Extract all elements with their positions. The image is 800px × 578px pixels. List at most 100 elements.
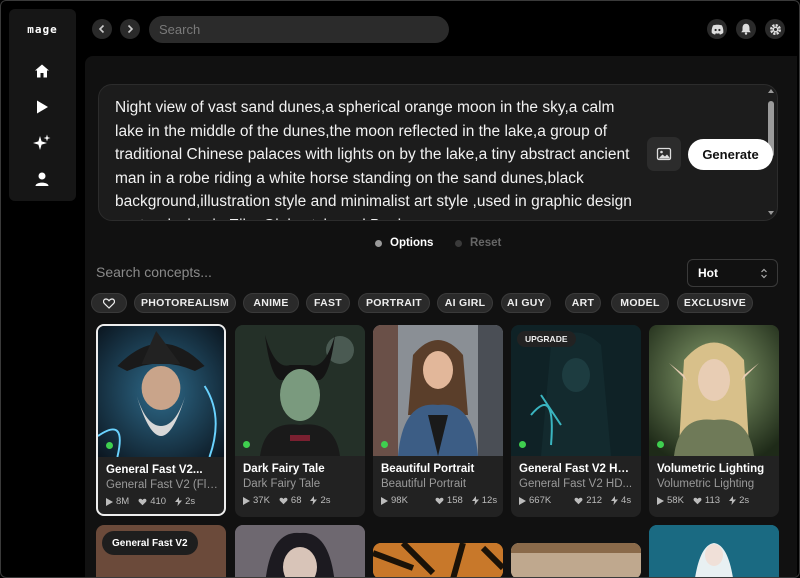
chip-exclusive[interactable]: EXCLUSIVE bbox=[677, 293, 753, 313]
online-indicator bbox=[381, 441, 388, 448]
gen-time: 2s bbox=[739, 495, 750, 506]
home-icon bbox=[35, 64, 49, 78]
options-toggle[interactable]: Options bbox=[375, 236, 433, 250]
card-thumbnail bbox=[373, 325, 503, 456]
model-card[interactable]: General Fast V2 bbox=[96, 525, 226, 577]
card-subtitle: Dark Fairy Tale bbox=[243, 478, 321, 490]
model-card[interactable]: Beautiful Portrait Beautiful Portrait 98… bbox=[373, 325, 503, 517]
model-card[interactable]: Volumetric Lighting Volumetric Lighting … bbox=[649, 325, 779, 517]
chip-art[interactable]: ART bbox=[565, 293, 601, 313]
chip-model[interactable]: MODEL bbox=[611, 293, 669, 313]
settings-button[interactable] bbox=[765, 19, 785, 39]
model-card[interactable]: UPGRADE General Fast V2 HD... General Fa… bbox=[511, 325, 641, 517]
sidebar-item-magic[interactable] bbox=[30, 131, 54, 155]
gen-time: 2s bbox=[185, 496, 196, 507]
card-title: General Fast V2... bbox=[106, 464, 203, 476]
chevron-right-icon bbox=[127, 24, 134, 34]
card-stats: 98K 158 12s bbox=[381, 495, 499, 506]
card-thumbnail bbox=[98, 326, 224, 457]
bolt-icon bbox=[175, 497, 183, 506]
heart-icon bbox=[103, 297, 115, 309]
chevron-left-icon bbox=[98, 24, 105, 34]
gen-time: 2s bbox=[320, 495, 331, 506]
gen-time: 12s bbox=[481, 495, 498, 506]
like-count: 212 bbox=[586, 495, 603, 506]
discord-button[interactable] bbox=[707, 19, 727, 39]
app-window: mage Night view of vast sand dunes,a sph… bbox=[0, 0, 800, 578]
card-thumbnail bbox=[649, 325, 779, 456]
reset-toggle[interactable]: Reset bbox=[455, 236, 501, 250]
card-subtitle: General Fast V2 (Flux) bbox=[106, 479, 222, 491]
heart-icon bbox=[138, 498, 147, 505]
options-dot bbox=[375, 239, 382, 247]
play-count-icon bbox=[243, 496, 250, 505]
run-count: 98K bbox=[391, 495, 408, 506]
online-indicator bbox=[657, 441, 664, 448]
model-card[interactable] bbox=[649, 525, 779, 577]
bolt-icon bbox=[729, 496, 737, 505]
chip-ai-girl[interactable]: AI GIRL bbox=[437, 293, 493, 313]
card-title-badge: General Fast V2 bbox=[102, 531, 198, 555]
image-icon bbox=[656, 147, 672, 161]
card-thumbnail bbox=[511, 543, 641, 577]
card-stats: 667K 212 4s bbox=[519, 495, 637, 506]
model-card[interactable] bbox=[511, 543, 641, 577]
model-card[interactable]: General Fast V2... General Fast V2 (Flux… bbox=[96, 324, 226, 516]
chip-anime[interactable]: ANIME bbox=[243, 293, 299, 313]
discord-icon bbox=[711, 24, 723, 34]
card-stats: 8M 410 2s bbox=[106, 496, 224, 507]
upload-image-button[interactable] bbox=[647, 137, 681, 171]
play-icon bbox=[37, 100, 48, 114]
options-label: Options bbox=[390, 237, 434, 249]
sort-value: Hot bbox=[698, 266, 718, 280]
chip-portrait[interactable]: PORTRAIT bbox=[358, 293, 430, 313]
chip-favorites[interactable] bbox=[91, 293, 127, 313]
bell-icon bbox=[741, 23, 751, 35]
bolt-icon bbox=[611, 496, 619, 505]
notifications-button[interactable] bbox=[736, 19, 756, 39]
card-thumbnail bbox=[235, 325, 365, 456]
like-count: 410 bbox=[150, 496, 167, 507]
run-count: 8M bbox=[116, 496, 130, 507]
card-thumbnail bbox=[649, 525, 779, 577]
chip-photorealism[interactable]: PHOTOREALISM bbox=[134, 293, 236, 313]
gear-icon bbox=[769, 23, 781, 35]
upgrade-badge: UPGRADE bbox=[517, 331, 576, 347]
back-button[interactable] bbox=[92, 19, 112, 39]
card-thumbnail bbox=[235, 525, 365, 577]
prompt-box[interactable]: Night view of vast sand dunes,a spherica… bbox=[98, 84, 778, 221]
reset-label: Reset bbox=[470, 237, 502, 249]
prompt-textarea[interactable]: Night view of vast sand dunes,a spherica… bbox=[115, 96, 635, 220]
sidebar-item-video[interactable] bbox=[30, 95, 54, 119]
sidebar-item-profile[interactable] bbox=[30, 167, 54, 191]
card-title: General Fast V2 HD... bbox=[519, 463, 635, 475]
online-indicator bbox=[243, 441, 250, 448]
sidebar-item-home[interactable] bbox=[30, 59, 54, 83]
chip-ai-guy[interactable]: AI GUY bbox=[501, 293, 551, 313]
chip-fast[interactable]: FAST bbox=[306, 293, 350, 313]
model-card[interactable]: Dark Fairy Tale Dark Fairy Tale 37K 68 2… bbox=[235, 325, 365, 517]
logo: mage bbox=[27, 23, 58, 36]
gen-time: 4s bbox=[621, 495, 632, 506]
chevron-updown-icon bbox=[761, 268, 767, 279]
play-count-icon bbox=[381, 496, 388, 505]
forward-button[interactable] bbox=[120, 19, 140, 39]
generate-button[interactable]: Generate bbox=[688, 139, 773, 170]
card-title: Beautiful Portrait bbox=[381, 463, 475, 475]
user-icon bbox=[35, 172, 49, 186]
heart-icon bbox=[279, 497, 288, 504]
card-subtitle: Beautiful Portrait bbox=[381, 478, 467, 490]
search-input[interactable] bbox=[149, 16, 449, 43]
reset-dot bbox=[455, 239, 462, 247]
like-count: 68 bbox=[290, 495, 302, 506]
main-panel: Night view of vast sand dunes,a spherica… bbox=[85, 56, 797, 577]
sidebar: mage bbox=[9, 9, 76, 201]
concept-search-input[interactable] bbox=[87, 258, 347, 286]
heart-icon bbox=[574, 497, 583, 504]
sort-select[interactable]: Hot bbox=[687, 259, 778, 287]
sparkles-icon bbox=[33, 134, 51, 150]
model-card[interactable] bbox=[235, 525, 365, 577]
card-stats: 58K 113 2s bbox=[657, 495, 775, 506]
model-card[interactable] bbox=[373, 543, 503, 577]
bolt-icon bbox=[471, 496, 479, 505]
